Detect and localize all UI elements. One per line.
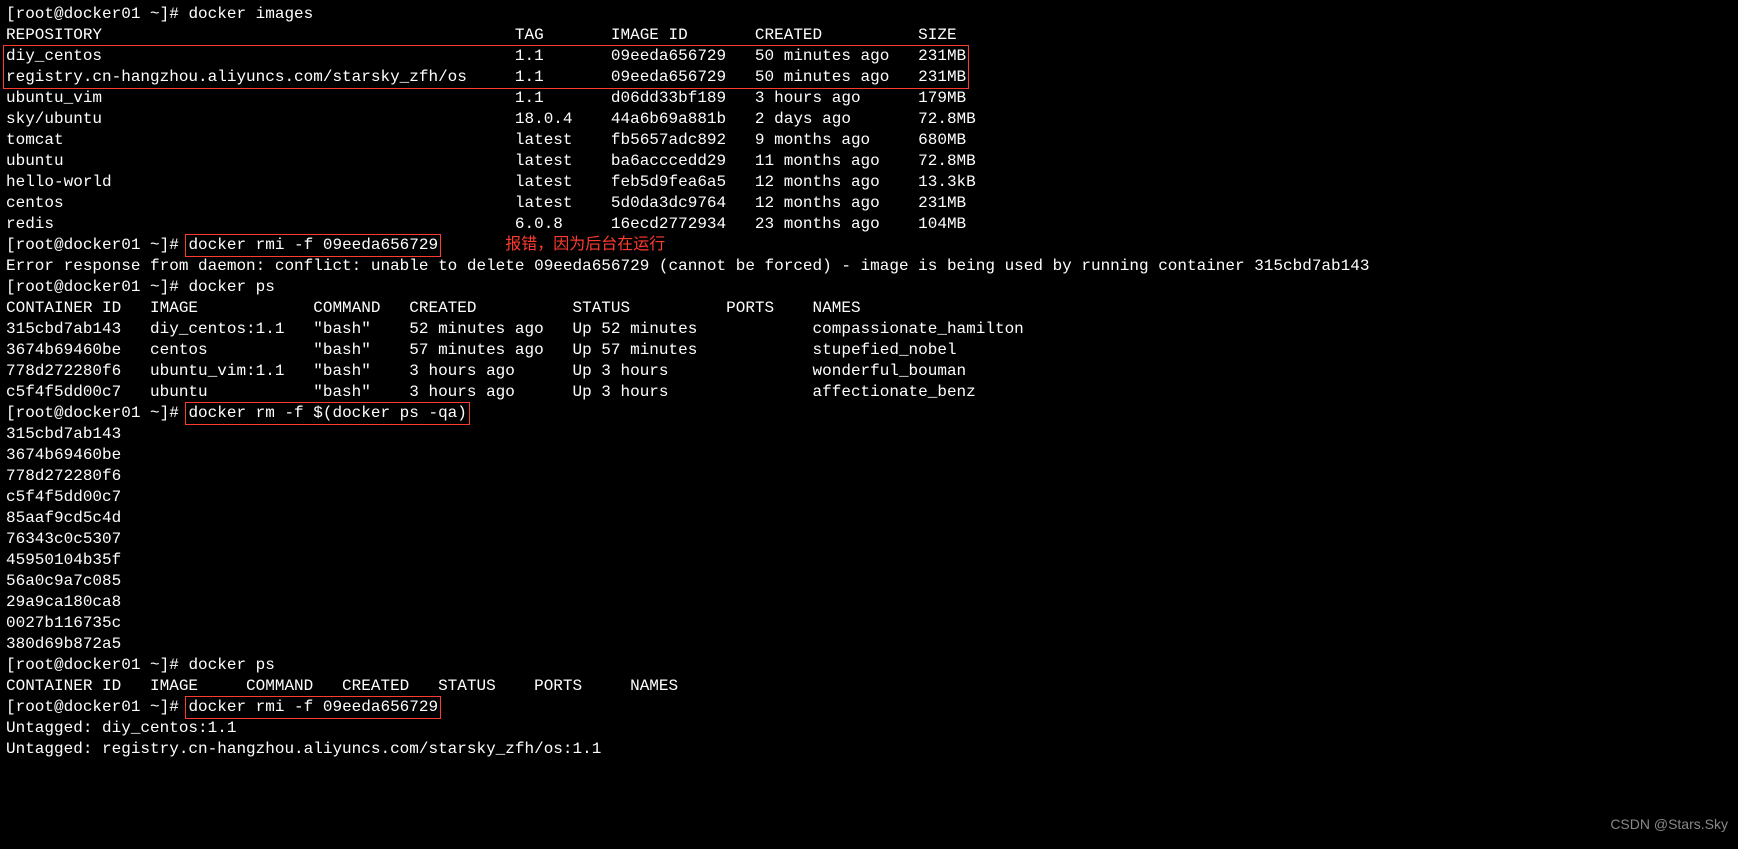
- error-output: Error response from daemon: conflict: un…: [6, 256, 1732, 277]
- ps-row: 778d272280f6 ubuntu_vim:1.1 "bash" 3 hou…: [6, 361, 1732, 382]
- removed-id: 29a9ca180ca8: [6, 592, 1732, 613]
- images-header: REPOSITORY TAG IMAGE ID CREATED SIZE: [6, 25, 1732, 46]
- cmd-line: [root@docker01 ~]# docker ps: [6, 277, 1732, 298]
- removed-id: 315cbd7ab143: [6, 424, 1732, 445]
- prompt: [root@docker01 ~]#: [6, 698, 188, 716]
- prompt: [root@docker01 ~]#: [6, 656, 188, 674]
- ps-row: 315cbd7ab143 diy_centos:1.1 "bash" 52 mi…: [6, 319, 1732, 340]
- image-row: centos latest 5d0da3dc9764 12 months ago…: [6, 193, 1732, 214]
- removed-id: 85aaf9cd5c4d: [6, 508, 1732, 529]
- highlighted-images: diy_centos 1.1 09eeda656729 50 minutes a…: [6, 46, 1732, 88]
- cmd-line: [root@docker01 ~]# docker rmi -f 09eeda6…: [6, 697, 1732, 718]
- image-row: hello-world latest feb5d9fea6a5 12 month…: [6, 172, 1732, 193]
- command-boxed: docker rmi -f 09eeda656729: [185, 234, 441, 257]
- watermark: CSDN @Stars.Sky: [1610, 814, 1728, 835]
- image-row: ubuntu_vim 1.1 d06dd33bf189 3 hours ago …: [6, 88, 1732, 109]
- prompt: [root@docker01 ~]#: [6, 236, 188, 254]
- removed-id: 0027b116735c: [6, 613, 1732, 634]
- cmd-line: [root@docker01 ~]# docker images: [6, 4, 1732, 25]
- cmd-line: [root@docker01 ~]# docker rm -f $(docker…: [6, 403, 1732, 424]
- command: docker ps: [188, 656, 274, 674]
- image-row: redis 6.0.8 16ecd2772934 23 months ago 1…: [6, 214, 1732, 235]
- prompt: [root@docker01 ~]#: [6, 5, 188, 23]
- command: docker ps: [188, 278, 274, 296]
- untagged-output: Untagged: diy_centos:1.1: [6, 718, 1732, 739]
- annotation: 报错，因为后台在运行: [505, 236, 665, 254]
- prompt: [root@docker01 ~]#: [6, 404, 188, 422]
- command-boxed: docker rmi -f 09eeda656729: [185, 696, 441, 719]
- cmd-line: [root@docker01 ~]# docker rmi -f 09eeda6…: [6, 235, 1732, 256]
- cmd-line: [root@docker01 ~]# docker ps: [6, 655, 1732, 676]
- removed-id: 45950104b35f: [6, 550, 1732, 571]
- ps-row: c5f4f5dd00c7 ubuntu "bash" 3 hours ago U…: [6, 382, 1732, 403]
- removed-id: 76343c0c5307: [6, 529, 1732, 550]
- prompt: [root@docker01 ~]#: [6, 278, 188, 296]
- image-row: ubuntu latest ba6acccedd29 11 months ago…: [6, 151, 1732, 172]
- removed-id: 380d69b872a5: [6, 634, 1732, 655]
- removed-id: 778d272280f6: [6, 466, 1732, 487]
- command: docker images: [188, 5, 313, 23]
- removed-id: 3674b69460be: [6, 445, 1732, 466]
- ps-row: 3674b69460be centos "bash" 57 minutes ag…: [6, 340, 1732, 361]
- ps-header: CONTAINER ID IMAGE COMMAND CREATED STATU…: [6, 298, 1732, 319]
- removed-id: c5f4f5dd00c7: [6, 487, 1732, 508]
- untagged-output: Untagged: registry.cn-hangzhou.aliyuncs.…: [6, 739, 1732, 760]
- image-row: sky/ubuntu 18.0.4 44a6b69a881b 2 days ag…: [6, 109, 1732, 130]
- terminal-output[interactable]: [root@docker01 ~]# docker imagesREPOSITO…: [0, 0, 1738, 764]
- removed-id: 56a0c9a7c085: [6, 571, 1732, 592]
- command-boxed: docker rm -f $(docker ps -qa): [185, 402, 469, 425]
- ps-header-empty: CONTAINER ID IMAGE COMMAND CREATED STATU…: [6, 676, 1732, 697]
- image-row: tomcat latest fb5657adc892 9 months ago …: [6, 130, 1732, 151]
